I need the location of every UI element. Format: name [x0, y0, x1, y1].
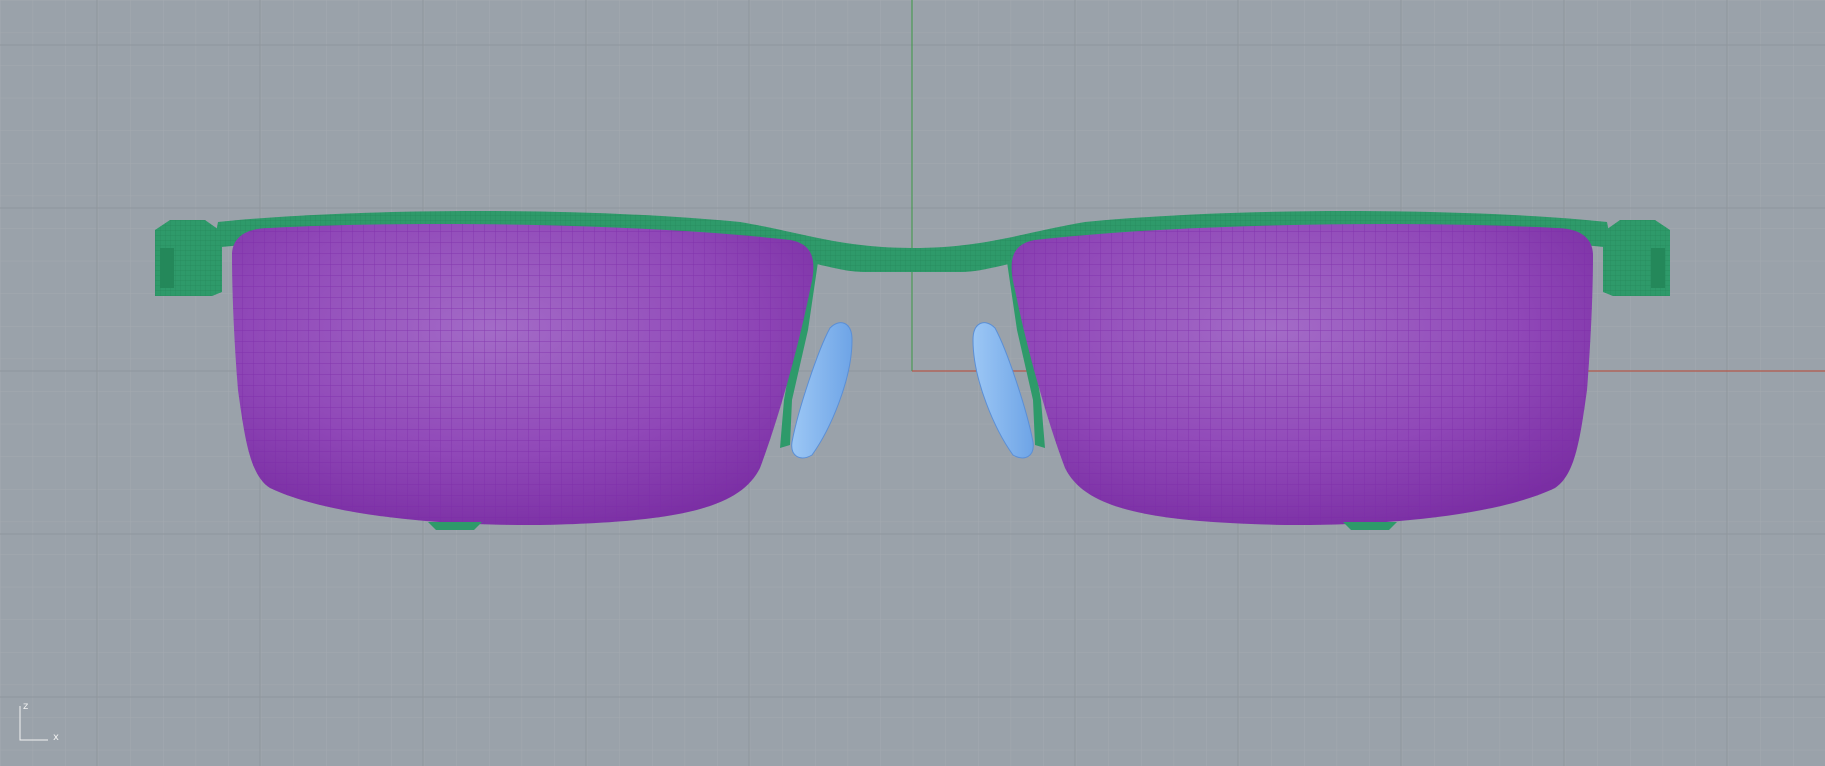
- gizmo-z-label: z: [23, 701, 29, 712]
- left-lens[interactable]: [232, 224, 814, 526]
- axis-gizmo-icon: z x: [18, 701, 68, 743]
- perspective-viewport[interactable]: z x: [0, 0, 1825, 766]
- right-hinge[interactable]: [1603, 220, 1670, 296]
- left-hinge[interactable]: [155, 220, 222, 296]
- viewport-canvas[interactable]: [0, 0, 1825, 766]
- gizmo-x-label: x: [53, 732, 59, 743]
- left-lens-clip: [428, 522, 482, 530]
- right-lens-clip: [1343, 522, 1397, 530]
- right-lens[interactable]: [1011, 224, 1593, 526]
